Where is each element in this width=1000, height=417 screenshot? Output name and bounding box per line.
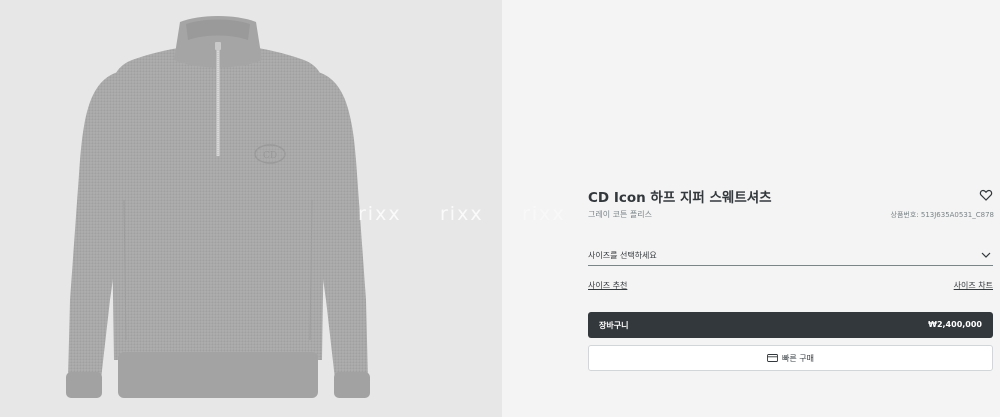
quick-buy-label: 빠른 구매 — [782, 354, 814, 363]
product-image-panel: CD — [0, 0, 502, 417]
product-price: ₩2,400,000 — [928, 320, 982, 329]
add-to-cart-button[interactable]: 장바구니 ₩2,400,000 — [588, 312, 993, 338]
product-subtitle: 그레이 코튼 플리스 — [588, 210, 652, 219]
size-recommendation-link[interactable]: 사이즈 추천 — [588, 280, 627, 291]
svg-text:CD: CD — [263, 151, 277, 161]
wishlist-button[interactable] — [979, 187, 993, 201]
size-select[interactable]: 사이즈를 선택하세요 — [588, 246, 993, 266]
chevron-down-icon — [981, 252, 991, 258]
product-title: CD Icon 하프 지퍼 스웨트셔츠 — [588, 190, 772, 206]
credit-card-icon — [767, 354, 778, 362]
heart-icon — [979, 189, 993, 201]
watermark-text: rixx — [358, 203, 402, 225]
watermark-text: rixx — [440, 203, 484, 225]
product-image: CD — [66, 16, 370, 398]
size-chart-link[interactable]: 사이즈 차트 — [954, 280, 993, 291]
product-reference: 상품번호: 513J635A0531_C878 — [890, 211, 994, 219]
add-to-cart-label: 장바구니 — [599, 321, 629, 330]
quick-buy-button[interactable]: 빠른 구매 — [588, 345, 993, 371]
quick-buy-content: 빠른 구매 — [589, 353, 992, 364]
watermark-text: rixx — [522, 203, 566, 225]
size-select-label: 사이즈를 선택하세요 — [588, 251, 657, 260]
